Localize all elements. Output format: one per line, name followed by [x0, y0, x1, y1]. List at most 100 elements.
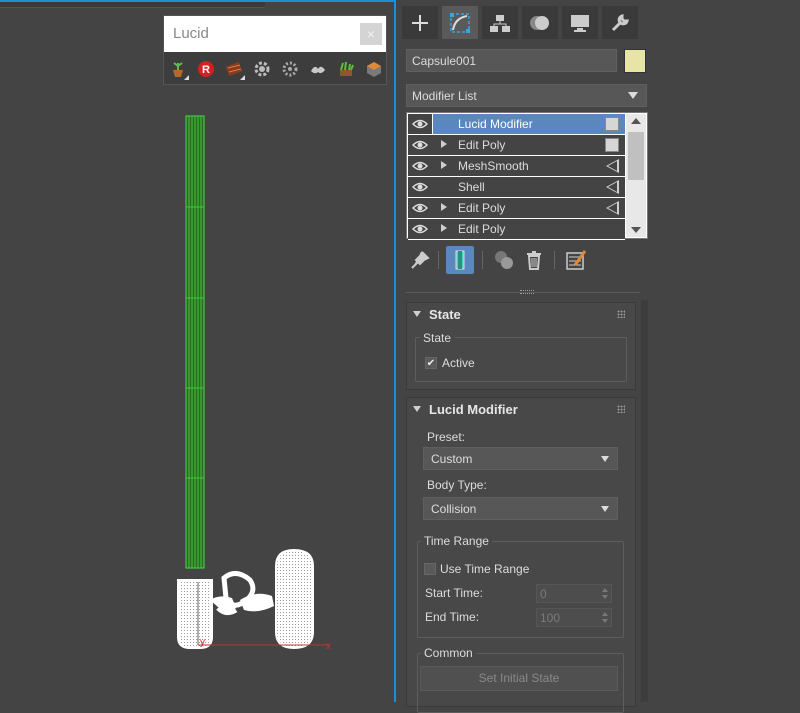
lucid-grass-icon[interactable] [334, 58, 357, 80]
preset-dropdown[interactable]: Custom [423, 447, 618, 470]
modifier-label: Edit Poly [458, 138, 506, 152]
modifier-stack-row-body[interactable]: Edit Poly [433, 135, 625, 155]
modifier-toggle-box-icon[interactable] [605, 138, 619, 152]
capsule-wireframe [185, 115, 205, 569]
modifier-stack-row[interactable]: Edit Poly [408, 135, 625, 156]
eye-icon[interactable] [408, 156, 432, 176]
object-name-field[interactable]: Capsule001 [406, 49, 617, 72]
modifier-stack-row[interactable]: Lucid Modifier [408, 114, 625, 135]
svg-text:y: y [200, 637, 205, 648]
modifier-subobject-triangle-icon[interactable] [606, 180, 619, 194]
scroll-down-icon[interactable] [631, 227, 641, 233]
spinner-down-icon[interactable] [602, 619, 608, 623]
lucid-box-icon[interactable] [362, 58, 385, 80]
eye-icon[interactable] [408, 177, 432, 197]
modifier-label: Lucid Modifier [458, 117, 533, 131]
start-time-label: Start Time: [425, 586, 484, 600]
create-tab[interactable] [402, 6, 438, 39]
chevron-down-icon [601, 506, 609, 512]
end-time-label: End Time: [425, 610, 480, 624]
remove-modifier-button[interactable] [520, 246, 548, 274]
utilities-tab[interactable] [602, 6, 638, 39]
expand-triangle-icon[interactable] [441, 203, 447, 211]
svg-text:x: x [326, 641, 331, 652]
lucid-planter-icon[interactable] [166, 58, 189, 80]
start-time-spinner[interactable]: 0 [536, 584, 612, 603]
modifier-label: Edit Poly [458, 222, 506, 236]
modifier-list-dropdown[interactable]: Modifier List [406, 84, 647, 107]
command-panel-tabs [398, 0, 800, 42]
modifier-stack-row[interactable]: Edit Poly [408, 198, 625, 219]
eye-icon[interactable] [408, 114, 432, 134]
expand-triangle-icon[interactable] [441, 140, 447, 148]
modifier-stack-row[interactable]: Shell [408, 177, 625, 198]
pin-icon [411, 251, 430, 269]
modifier-stack-tools [406, 245, 646, 277]
lucid-r-icon[interactable]: R [194, 58, 217, 80]
body-type-value: Collision [431, 502, 477, 516]
collapse-triangle-icon [413, 406, 421, 412]
eye-icon[interactable] [408, 198, 432, 218]
stack-resize-grip[interactable] [520, 290, 534, 294]
eye-icon[interactable] [408, 219, 432, 239]
lucid-bricks-icon[interactable] [222, 58, 245, 80]
rollout-grip-icon [617, 405, 625, 413]
modifier-stack-scrollbar[interactable] [626, 114, 646, 237]
lucid-modifier-rollout: Lucid Modifier Preset: Custom Body Type:… [406, 397, 636, 713]
end-time-spinner[interactable]: 100 [536, 608, 612, 627]
chevron-down-icon [628, 92, 638, 99]
modifier-subobject-triangle-icon[interactable] [606, 159, 619, 173]
active-checkbox[interactable]: ✔ [425, 357, 437, 369]
spinner-up-icon[interactable] [602, 588, 608, 592]
modify-tab[interactable] [442, 6, 478, 39]
wrench-icon [611, 13, 630, 31]
modifier-stack-row-body[interactable]: Shell [433, 177, 625, 197]
modify-curve-icon [450, 12, 470, 33]
lucid-modifier-rollout-header[interactable]: Lucid Modifier [407, 398, 635, 420]
show-end-result-button[interactable] [446, 246, 474, 274]
modifier-stack[interactable]: Lucid Modifier Edit Poly MeshSmooth Shell Ed… [406, 112, 648, 240]
modifier-stack-row-body[interactable]: Lucid Modifier [433, 114, 625, 134]
body-type-dropdown[interactable]: Collision [423, 497, 618, 520]
lucid-cloth-icon[interactable] [306, 58, 329, 80]
spinner-down-icon[interactable] [602, 595, 608, 599]
modifier-subobject-triangle-icon[interactable] [606, 201, 619, 215]
viewport-perspective[interactable]: x y Lucid × R [0, 0, 396, 702]
lucid-gear-alt-icon[interactable] [278, 58, 301, 80]
end-result-icon [455, 250, 465, 270]
spinner-up-icon[interactable] [602, 612, 608, 616]
make-unique-button[interactable] [490, 246, 518, 274]
expand-triangle-icon[interactable] [441, 161, 447, 169]
time-range-group-label: Time Range [421, 534, 492, 548]
hierarchy-tab[interactable] [482, 6, 518, 39]
modifier-stack-row[interactable]: Edit Poly [408, 219, 625, 240]
scroll-up-icon[interactable] [631, 118, 641, 124]
state-rollout-header[interactable]: State [407, 303, 635, 325]
svg-text:R: R [202, 64, 210, 76]
lucid-gear-icon[interactable] [250, 58, 273, 80]
command-panel-scrollbar[interactable] [641, 300, 648, 702]
object-color-swatch[interactable] [624, 49, 646, 73]
set-initial-state-button[interactable]: Set Initial State [420, 666, 618, 691]
lucid-toolbar-close-button[interactable]: × [360, 23, 382, 45]
command-panel: Capsule001 Modifier List Lucid Modifier E… [398, 0, 800, 713]
display-tab[interactable] [562, 6, 598, 39]
modifier-stack-row-body[interactable]: Edit Poly [433, 198, 625, 218]
expand-triangle-icon[interactable] [441, 224, 447, 232]
scrollbar-thumb[interactable] [628, 132, 644, 180]
modifier-stack-row-body[interactable]: Edit Poly [433, 219, 625, 239]
modifier-toggle-box-icon[interactable] [605, 117, 619, 131]
use-time-range-checkbox[interactable] [424, 563, 436, 575]
motion-tab[interactable] [522, 6, 558, 39]
preset-value: Custom [431, 452, 473, 466]
eye-icon[interactable] [408, 135, 432, 155]
lucid-toolbar-title[interactable]: Lucid [164, 16, 386, 52]
common-group-label: Common [421, 646, 476, 660]
configure-modifier-sets-button[interactable] [562, 246, 590, 274]
hierarchy-icon [490, 14, 510, 32]
modifier-stack-row-body[interactable]: MeshSmooth [433, 156, 625, 176]
pin-stack-button[interactable] [406, 246, 434, 274]
modifier-label: MeshSmooth [458, 159, 529, 173]
modifier-stack-row[interactable]: MeshSmooth [408, 156, 625, 177]
lucid-toolbar-icons: R [166, 58, 385, 82]
